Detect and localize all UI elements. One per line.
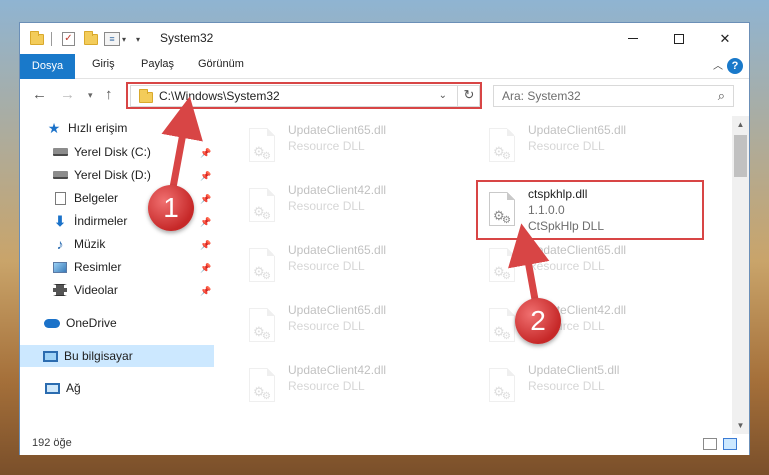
callout-badge-2: 2 xyxy=(515,298,561,344)
callout-badge-1: 1 xyxy=(148,185,194,231)
callout-arrow-1 xyxy=(161,96,203,197)
callout-arrows xyxy=(161,96,550,309)
callout-arrow-2 xyxy=(508,223,550,309)
